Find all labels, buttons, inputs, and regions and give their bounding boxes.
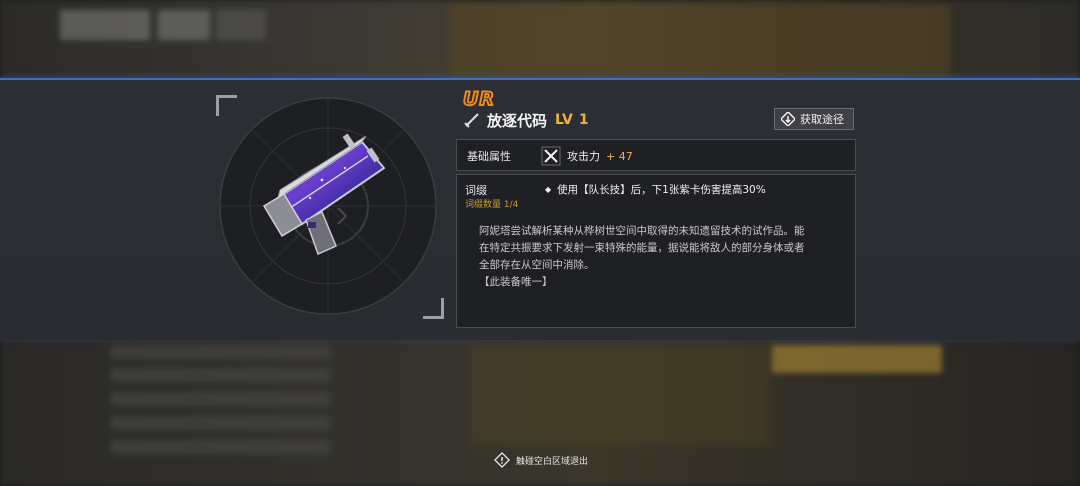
attack-stat: 攻击力 + 47: [541, 146, 633, 166]
affix-panel: 词缀 词缀数量 1/4 ◆ 使用【队长技】后，下1张紫卡伤害提高30% 阿妮塔尝…: [456, 174, 856, 328]
bullet-diamond-icon: ◆: [545, 185, 552, 194]
crossed-swords-icon: [541, 146, 561, 166]
item-name: 放逐代码: [487, 111, 548, 130]
affix-label: 词缀: [465, 184, 487, 197]
rarity-badge: UR: [462, 87, 496, 111]
weapon-image: [262, 133, 386, 256]
base-attributes-panel: 基础属性 攻击力 + 47: [456, 139, 856, 171]
close-hint-text: 触碰空白区域退出: [516, 456, 589, 467]
level-label: LV: [555, 112, 573, 128]
attack-stat-name: 攻击力: [567, 150, 600, 163]
weapon-sword-icon: [464, 113, 479, 128]
unique-note: 【此装备唯一】: [479, 276, 553, 288]
description-line: 在特定共振要求下发射一束特殊的能量，据说能将敌人的部分身体或者: [479, 242, 805, 254]
base-attributes-label: 基础属性: [467, 150, 511, 163]
acquire-route-button[interactable]: 获取途径: [774, 108, 854, 130]
description-line: 全部存在从空间中消除。: [479, 259, 595, 271]
attack-stat-value: + 47: [606, 149, 633, 163]
affix-effect: ◆ 使用【队长技】后，下1张紫卡伤害提高30%: [545, 182, 766, 197]
warning-diamond-icon: [494, 452, 510, 468]
description-line: 阿妮塔尝试解析某种从桦树世空间中取得的未知遗留技术的试作品。能: [479, 225, 805, 237]
level-value: 1: [578, 112, 589, 128]
acquire-route-label: 获取途径: [800, 113, 844, 126]
close-hint[interactable]: 触碰空白区域退出: [494, 452, 588, 468]
item-description: 阿妮塔尝试解析某种从桦树世空间中取得的未知遗留技术的试作品。能 在特定共振要求下…: [479, 223, 819, 274]
item-title: 放逐代码 LV 1: [463, 109, 589, 131]
affix-effect-text: 使用【队长技】后，下1张紫卡伤害提高30%: [557, 184, 766, 196]
diamond-arrow-icon: [781, 112, 795, 126]
affix-count: 词缀数量 1/4: [465, 200, 519, 210]
